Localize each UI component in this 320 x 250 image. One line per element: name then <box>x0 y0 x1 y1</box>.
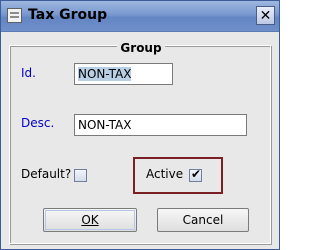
app-window-icon <box>7 8 22 23</box>
id-label: Id. <box>21 66 36 80</box>
title-bar[interactable]: Tax Group ✕ <box>1 1 279 32</box>
desc-label: Desc. <box>21 116 55 130</box>
active-checkbox[interactable]: ✔ <box>189 167 202 182</box>
default-label: Default? <box>21 167 72 181</box>
id-field-value: NON-TAX <box>78 67 132 81</box>
id-field[interactable]: NON-TAX <box>74 63 173 85</box>
desc-field-value: NON-TAX <box>78 118 132 132</box>
checkmark-icon: ✔ <box>191 167 202 181</box>
group-legend: Group <box>10 37 272 56</box>
close-button[interactable]: ✕ <box>256 6 275 25</box>
desc-field[interactable]: NON-TAX <box>74 114 247 136</box>
window-title: Tax Group <box>28 7 108 23</box>
close-icon: ✕ <box>259 7 272 24</box>
cancel-button[interactable]: Cancel <box>157 208 249 232</box>
active-label: Active <box>146 167 184 181</box>
default-checkbox[interactable] <box>74 169 87 182</box>
cancel-button-label: Cancel <box>182 213 224 227</box>
tax-group-dialog: Tax Group ✕ Group Id. NON-TAX Desc. NON-… <box>0 0 280 250</box>
ok-button[interactable]: OK <box>43 208 137 232</box>
ok-button-label: OK <box>81 213 99 227</box>
